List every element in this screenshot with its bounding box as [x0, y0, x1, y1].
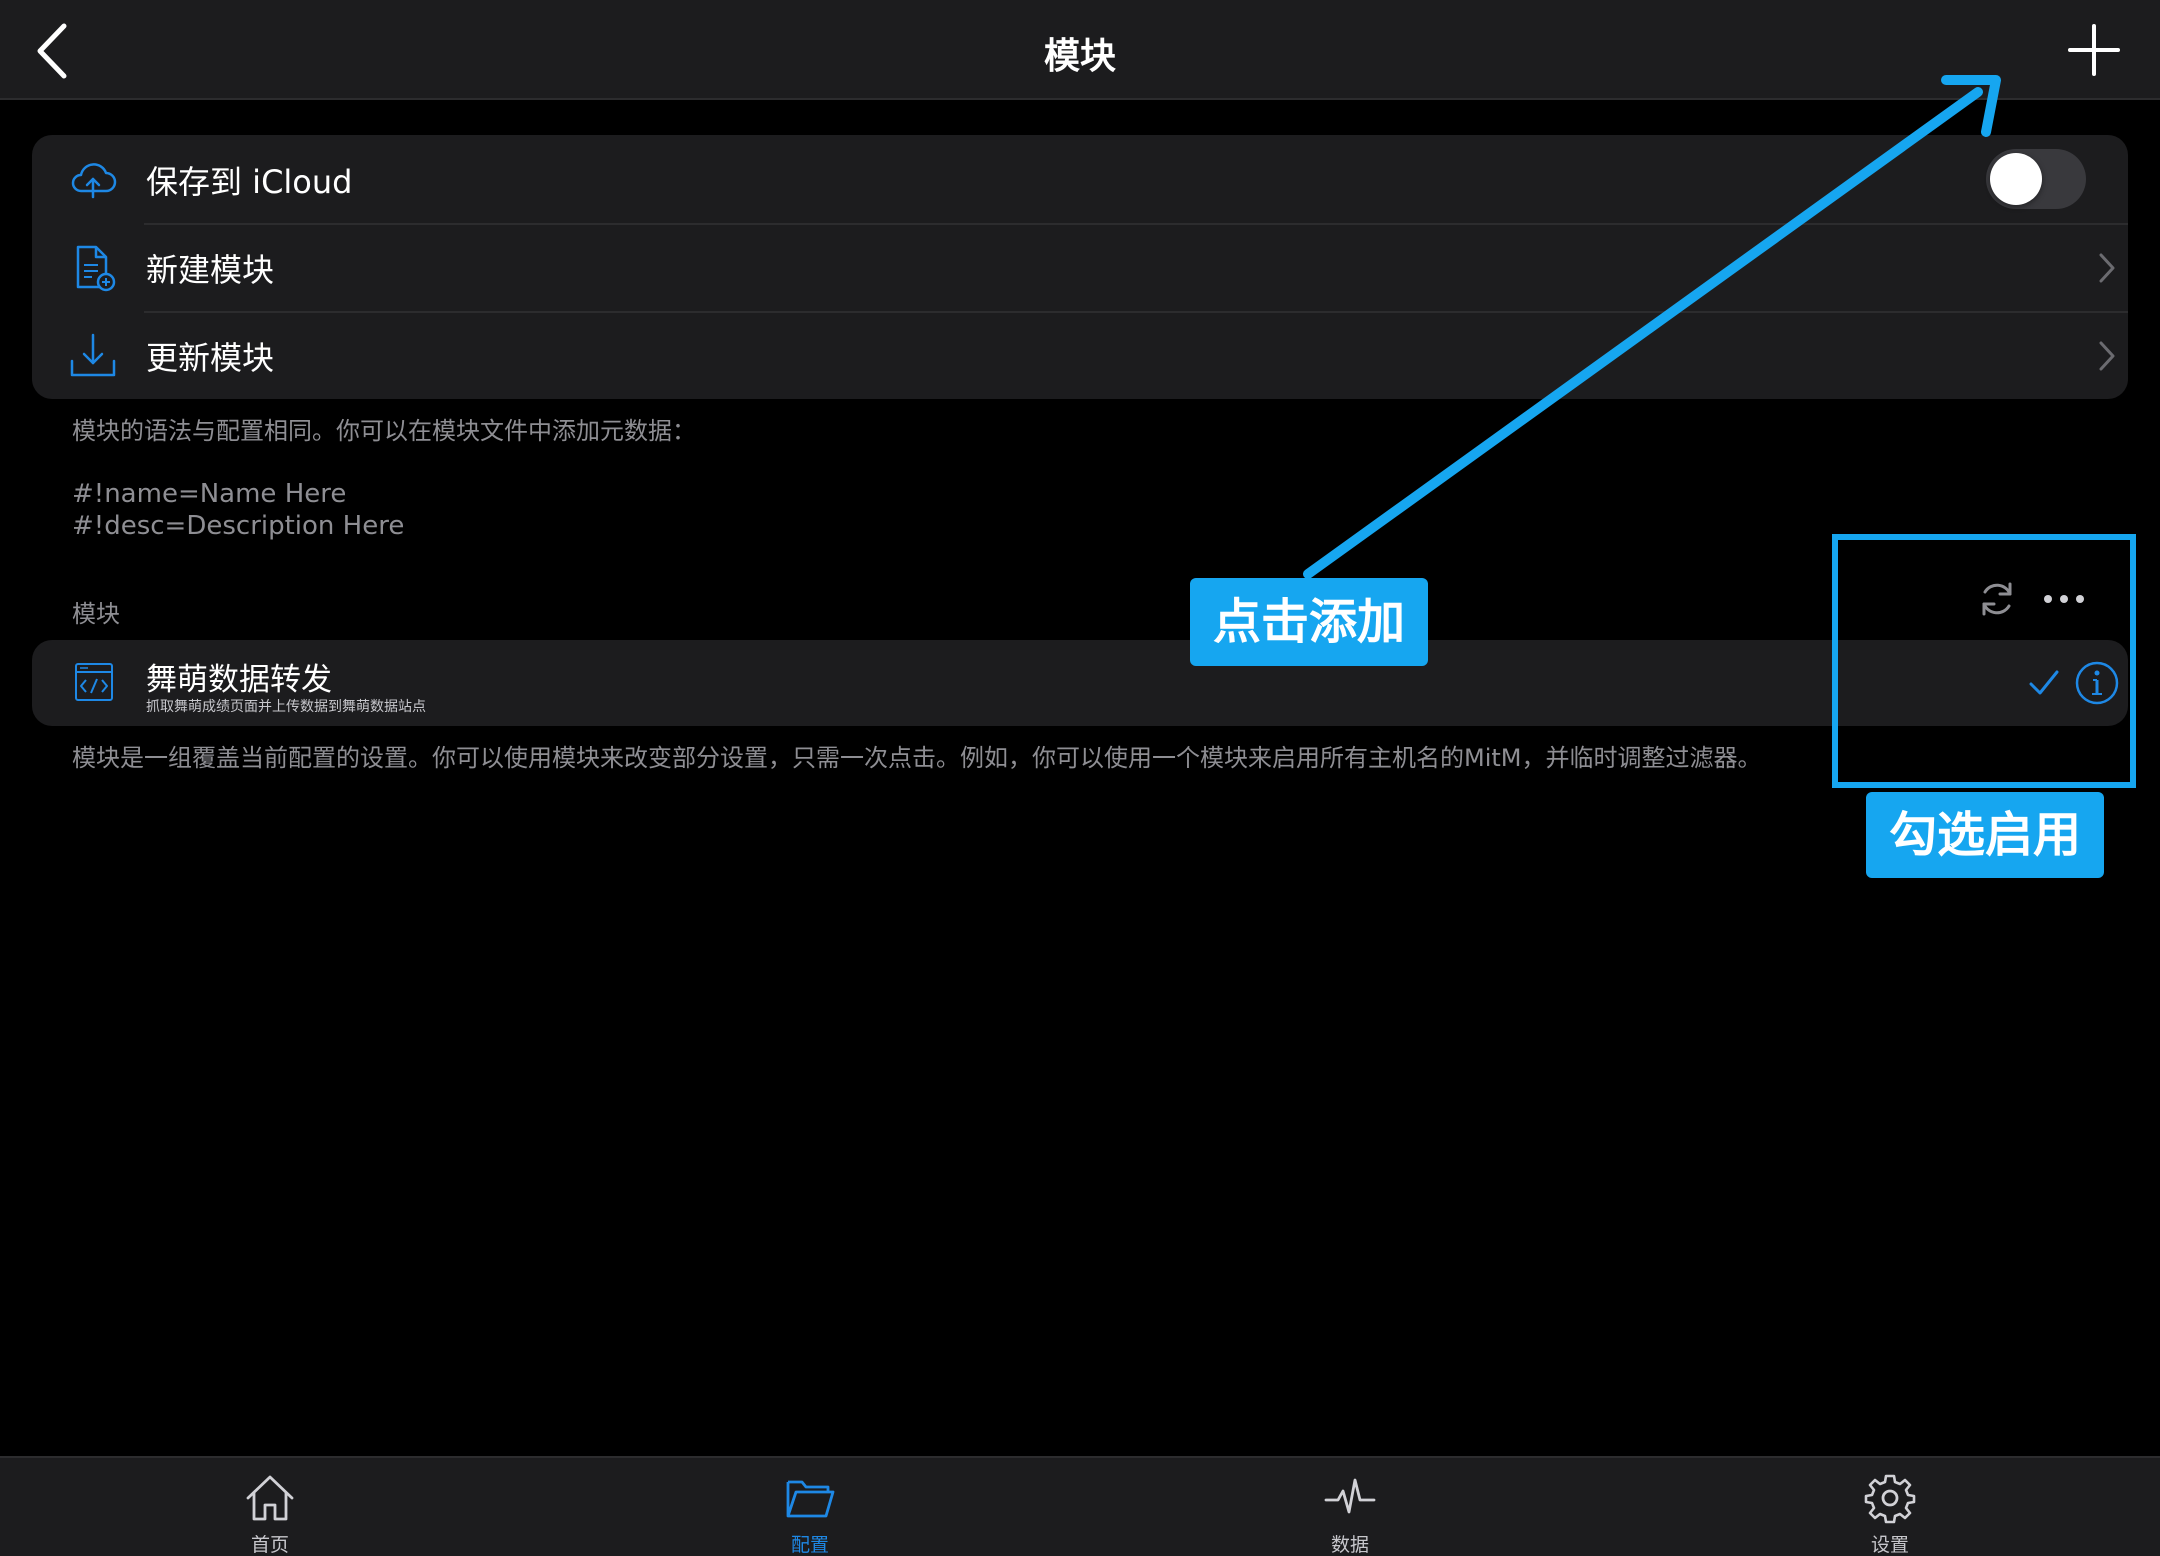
tab-config-label: 配置	[790, 1534, 829, 1556]
tab-data[interactable]: 数据	[1250, 1458, 1450, 1556]
activity-icon	[1324, 1478, 1376, 1514]
icloud-upload-icon	[71, 163, 117, 199]
metadata-name-example: #!name=Name Here	[72, 479, 347, 509]
modules-help-text: 模块是一组覆盖当前配置的设置。你可以使用模块来改变部分设置，只需一次点击。例如，…	[72, 744, 1762, 772]
icloud-save-row[interactable]: 保存到 iCloud	[32, 135, 2128, 223]
new-module-label: 新建模块	[146, 251, 275, 289]
toggle-knob	[1990, 153, 2042, 205]
info-icon[interactable]	[2074, 660, 2120, 706]
module-name: 舞萌数据转发	[146, 662, 332, 698]
modules-section-header: 模块	[72, 600, 120, 628]
tab-data-label: 数据	[1330, 1534, 1369, 1556]
chevron-right-icon	[2099, 253, 2115, 283]
list-item[interactable]: 舞萌数据转发 抓取舞萌成绩页面并上传数据到舞萌数据站点	[32, 640, 2128, 726]
metadata-help-text: 模块的语法与配置相同。你可以在模块文件中添加元数据：	[72, 417, 696, 445]
update-module-label: 更新模块	[146, 339, 275, 377]
gear-icon	[1864, 1474, 1916, 1524]
new-document-icon	[76, 245, 116, 292]
chevron-right-icon	[2099, 341, 2115, 371]
checkmark-icon[interactable]	[2028, 664, 2060, 700]
module-list-card: 舞萌数据转发 抓取舞萌成绩页面并上传数据到舞萌数据站点	[32, 640, 2128, 726]
icloud-toggle[interactable]	[1986, 149, 2086, 209]
metadata-desc-example: #!desc=Description Here	[72, 511, 405, 541]
plus-icon[interactable]	[2066, 22, 2122, 78]
tab-home[interactable]: 首页	[170, 1458, 370, 1556]
navigation-bar: 模块	[0, 0, 2160, 100]
home-icon	[246, 1475, 294, 1521]
refresh-icon[interactable]	[1978, 578, 2016, 620]
module-description: 抓取舞萌成绩页面并上传数据到舞萌数据站点	[146, 699, 426, 715]
tab-settings[interactable]: 设置	[1790, 1458, 1990, 1556]
enable-annotation-callout: 勾选启用	[1866, 792, 2104, 878]
module-settings-card: 保存到 iCloud 新建模块 更新模块	[32, 135, 2128, 399]
download-icon	[70, 333, 116, 377]
folder-icon	[786, 1480, 835, 1518]
page-title: 模块	[1043, 36, 1116, 77]
more-icon[interactable]	[2042, 582, 2086, 616]
update-module-row[interactable]: 更新模块	[32, 311, 2128, 399]
tab-settings-label: 设置	[1870, 1534, 1909, 1556]
tab-home-label: 首页	[250, 1534, 289, 1556]
icloud-save-label: 保存到 iCloud	[146, 163, 353, 201]
tab-bar: 首页 配置 数据 设置	[0, 1456, 2160, 1556]
code-file-icon	[75, 663, 113, 701]
new-module-row[interactable]: 新建模块	[32, 223, 2128, 311]
tab-config[interactable]: 配置	[710, 1458, 910, 1556]
modules-screen: 模块 保存到 iCloud 新建模块 更新模块 模块的语法与配置相同。你可以在模…	[0, 0, 2160, 1556]
